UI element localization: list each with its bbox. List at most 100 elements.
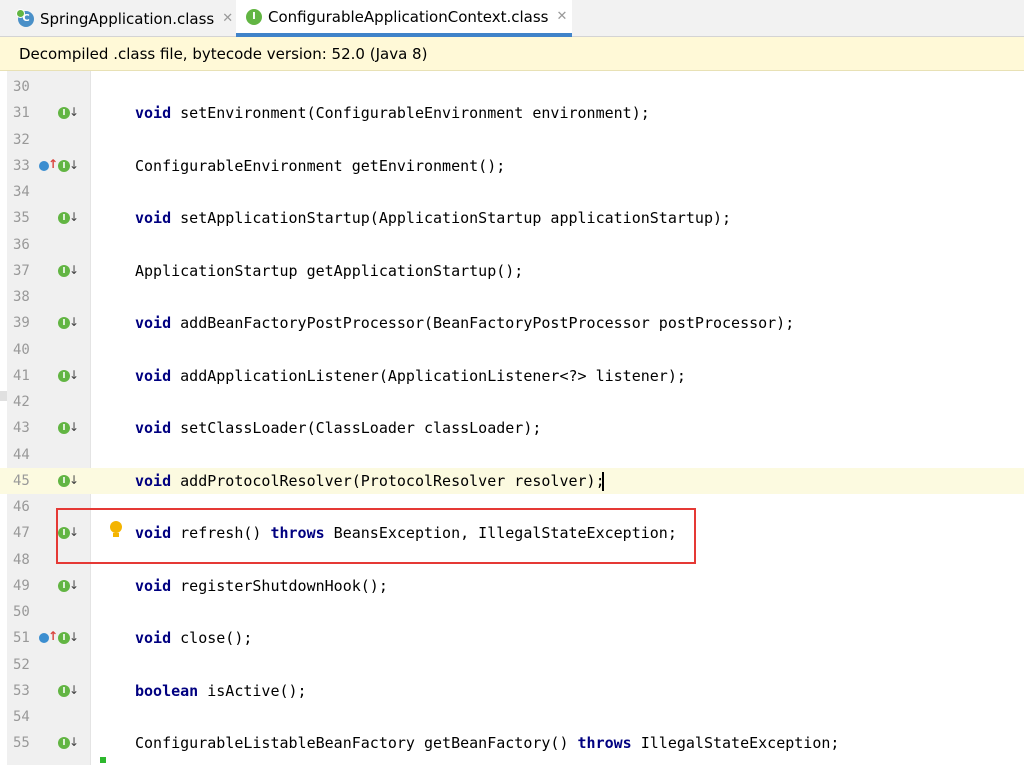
line-number[interactable]: 38 bbox=[13, 284, 43, 310]
line-number[interactable]: 50 bbox=[13, 599, 43, 625]
implemented-method-icon[interactable]: I ↓ bbox=[58, 473, 79, 489]
line-number[interactable]: 54 bbox=[13, 704, 43, 730]
implemented-method-icon[interactable]: I ↓ bbox=[58, 315, 79, 331]
implemented-method-icon[interactable]: I ↓ bbox=[58, 368, 79, 384]
intention-bulb-icon[interactable] bbox=[108, 521, 124, 541]
code-line[interactable]: 51 ↑ I ↓ void close(); bbox=[0, 625, 1024, 651]
code-text[interactable]: boolean isActive(); bbox=[135, 678, 307, 704]
implemented-method-icon[interactable]: I ↓ bbox=[58, 158, 79, 174]
line-number[interactable]: 52 bbox=[13, 652, 43, 678]
code-token: setClassLoader(ClassLoader classLoader); bbox=[171, 419, 542, 438]
code-line[interactable]: 30 bbox=[0, 74, 1024, 100]
keyword: void bbox=[135, 629, 172, 648]
keyword: void bbox=[135, 419, 172, 438]
code-token: addApplicationListener(ApplicationListen… bbox=[171, 366, 686, 385]
code-line[interactable]: 52 bbox=[0, 652, 1024, 678]
code-token: registerShutdownHook(); bbox=[171, 576, 388, 595]
code-token: setApplicationStartup(ApplicationStartup… bbox=[171, 209, 732, 228]
code-line[interactable]: 40 bbox=[0, 337, 1024, 363]
info-bar-text: Decompiled .class file, bytecode version… bbox=[19, 44, 428, 63]
code-token: setEnvironment(ConfigurableEnvironment e… bbox=[171, 104, 650, 123]
code-text[interactable]: void setEnvironment(ConfigurableEnvironm… bbox=[135, 100, 650, 126]
text-caret bbox=[602, 471, 604, 491]
line-number[interactable]: 30 bbox=[13, 74, 43, 100]
tab-spring-application[interactable]: C SpringApplication.class ✕ bbox=[0, 0, 236, 37]
gutter-icons: I ↓ bbox=[36, 683, 79, 699]
code-line[interactable]: 47 I ↓ void refresh() throws BeansException… bbox=[0, 520, 1024, 546]
gutter-icons: I ↓ bbox=[36, 105, 79, 121]
gutter-icons: I ↓ bbox=[36, 368, 79, 384]
code-token: IllegalStateException; bbox=[631, 734, 840, 753]
code-text[interactable]: void addProtocolResolver(ProtocolResolve… bbox=[135, 468, 605, 494]
line-number[interactable]: 40 bbox=[13, 337, 43, 363]
code-token: addBeanFactoryPostProcessor(BeanFactoryP… bbox=[171, 314, 795, 333]
line-number[interactable]: 46 bbox=[13, 494, 43, 520]
code-line[interactable]: 33 ↑ I ↓ ConfigurableEnvironment getEnvironm… bbox=[0, 153, 1024, 179]
code-line[interactable]: 55 I ↓ ConfigurableListableBeanFactory getB… bbox=[0, 730, 1024, 756]
code-text[interactable]: void addApplicationListener(ApplicationL… bbox=[135, 363, 686, 389]
code-line[interactable]: 35 I ↓ void setApplicationStartup(Applicati… bbox=[0, 205, 1024, 231]
implemented-method-icon[interactable]: I ↓ bbox=[58, 525, 79, 541]
code-text[interactable]: ApplicationStartup getApplicationStartup… bbox=[135, 258, 523, 284]
code-text[interactable]: ConfigurableListableBeanFactory getBeanF… bbox=[135, 730, 839, 756]
keyword: void bbox=[135, 209, 172, 228]
implemented-method-icon[interactable]: I ↓ bbox=[58, 683, 79, 699]
code-text[interactable]: ConfigurableEnvironment getEnvironment()… bbox=[135, 153, 505, 179]
keyword: void bbox=[135, 576, 172, 595]
implemented-method-icon[interactable]: I ↓ bbox=[58, 105, 79, 121]
implemented-method-icon[interactable]: I ↓ bbox=[58, 578, 79, 594]
code-line[interactable]: 41 I ↓ void addApplicationListener(Applicat… bbox=[0, 363, 1024, 389]
gutter-icons: I ↓ bbox=[36, 525, 79, 541]
overrides-method-icon[interactable]: ↑ bbox=[39, 629, 58, 646]
overrides-method-icon[interactable]: ↑ bbox=[39, 157, 58, 174]
code-token: ConfigurableEnvironment getEnvironment()… bbox=[135, 156, 506, 175]
line-number[interactable]: 44 bbox=[13, 442, 43, 468]
code-text[interactable]: void registerShutdownHook(); bbox=[135, 573, 388, 599]
code-line[interactable]: 53 I ↓ boolean isActive(); bbox=[0, 678, 1024, 704]
code-line[interactable]: 31 I ↓ void setEnvironment(ConfigurableEnvi… bbox=[0, 100, 1024, 126]
code-line[interactable]: 54 bbox=[0, 704, 1024, 730]
gutter-icons: I ↓ bbox=[36, 420, 79, 436]
code-line[interactable]: 48 bbox=[0, 547, 1024, 573]
code-line[interactable]: 43 I ↓ void setClassLoader(ClassLoader clas… bbox=[0, 415, 1024, 441]
implemented-method-icon[interactable]: I ↓ bbox=[58, 420, 79, 436]
code-token: ApplicationStartup getApplicationStartup… bbox=[135, 261, 524, 280]
line-number[interactable]: 32 bbox=[13, 127, 43, 153]
implemented-method-icon[interactable]: I ↓ bbox=[58, 210, 79, 226]
code-line[interactable]: 49 I ↓ void registerShutdownHook(); bbox=[0, 573, 1024, 599]
gutter-icons: I ↓ bbox=[36, 315, 79, 331]
implemented-method-icon[interactable]: I ↓ bbox=[58, 735, 79, 751]
implemented-method-icon[interactable]: I ↓ bbox=[58, 263, 79, 279]
code-text[interactable]: void refresh() throws BeansException, Il… bbox=[135, 520, 677, 546]
code-token: refresh() bbox=[171, 524, 271, 543]
code-text[interactable]: void setApplicationStartup(ApplicationSt… bbox=[135, 205, 731, 231]
code-line[interactable]: 37 I ↓ ApplicationStartup getApplicationSta… bbox=[0, 258, 1024, 284]
code-line[interactable]: 44 bbox=[0, 442, 1024, 468]
code-text[interactable]: void addBeanFactoryPostProcessor(BeanFac… bbox=[135, 310, 794, 336]
code-token: addProtocolResolver(ProtocolResolver res… bbox=[171, 471, 605, 490]
keyword: throws bbox=[270, 524, 325, 543]
tab-configurable-application-context[interactable]: I ConfigurableApplicationContext.class ✕ bbox=[236, 0, 572, 37]
line-number[interactable]: 48 bbox=[13, 547, 43, 573]
line-number[interactable]: 36 bbox=[13, 232, 43, 258]
code-text[interactable]: void setClassLoader(ClassLoader classLoa… bbox=[135, 415, 541, 441]
line-number[interactable]: 34 bbox=[13, 179, 43, 205]
code-line[interactable]: 45 I ↓ void addProtocolResolver(ProtocolRes… bbox=[0, 467, 1024, 494]
gutter-icons: I ↓ bbox=[36, 473, 79, 489]
code-line[interactable]: 50 bbox=[0, 599, 1024, 625]
code-line[interactable]: 46 bbox=[0, 494, 1024, 520]
implemented-method-icon[interactable]: I ↓ bbox=[58, 630, 79, 646]
keyword: void bbox=[135, 104, 172, 123]
code-line[interactable]: 32 bbox=[0, 127, 1024, 153]
code-editor[interactable]: 30 31 I ↓ void setEnvironment(ConfigurableEn… bbox=[0, 71, 1024, 765]
code-line[interactable]: 42 bbox=[0, 389, 1024, 415]
close-tab-icon[interactable]: ✕ bbox=[557, 9, 568, 24]
code-text[interactable]: void close(); bbox=[135, 625, 252, 651]
line-number[interactable]: 42 bbox=[13, 389, 43, 415]
code-line[interactable]: 38 bbox=[0, 284, 1024, 310]
code-line[interactable]: 39 I ↓ void addBeanFactoryPostProcessor(Bea… bbox=[0, 310, 1024, 336]
close-tab-icon[interactable]: ✕ bbox=[222, 11, 233, 26]
code-line[interactable]: 36 bbox=[0, 232, 1024, 258]
code-line[interactable]: 34 bbox=[0, 179, 1024, 205]
gutter-icons: I ↓ bbox=[36, 578, 79, 594]
